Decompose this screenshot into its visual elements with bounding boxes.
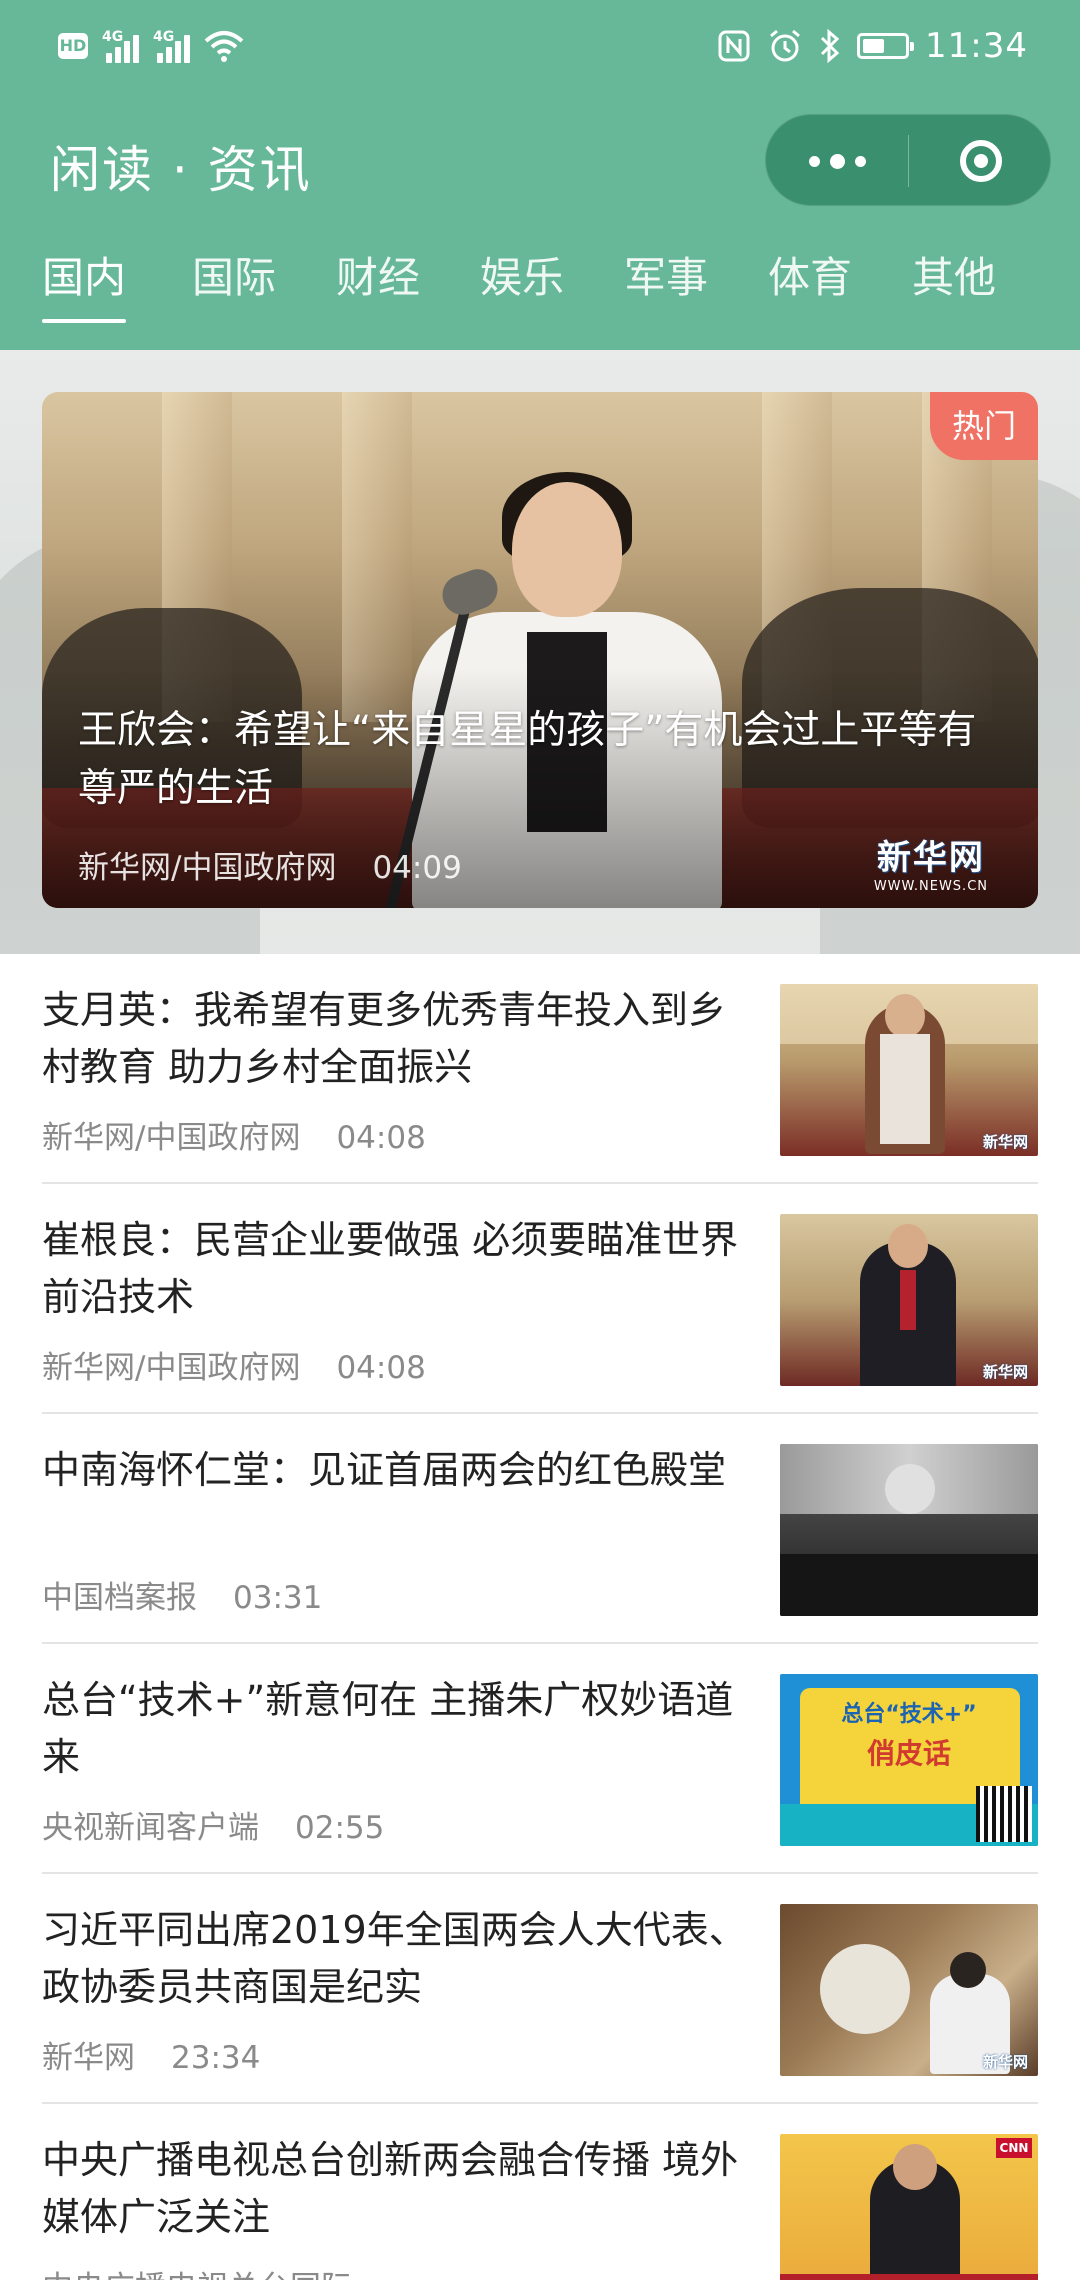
- close-button[interactable]: [909, 115, 1052, 207]
- alarm-icon: [770, 29, 800, 62]
- news-time: 04:08: [336, 1120, 426, 1156]
- hero-section: 热门 王欣会：希望让“来自星星的孩子”有机会过上平等有尊严的生活 新华网/中国政…: [0, 350, 1080, 954]
- hero-meta: 新华网/中国政府网 04:09: [78, 842, 462, 887]
- category-tabs: 国内 国际 财经 娱乐 军事 体育 其他: [0, 245, 1080, 325]
- status-bar: HD 4G 4G 11:34: [0, 0, 1080, 90]
- xinhua-watermark: 新华网 WWW.NEWS.CN: [873, 838, 988, 894]
- status-time: 11:34: [925, 26, 1028, 66]
- signal-icon-2: 4G: [153, 29, 190, 63]
- news-source: 央视新闻客户端: [42, 1810, 259, 1846]
- news-source: 中国档案报: [42, 1580, 197, 1616]
- news-thumbnail: [780, 1444, 1038, 1616]
- news-meta: 新华网/中国政府网 04:08: [42, 1112, 426, 1157]
- news-thumbnail: 新华网: [780, 1904, 1038, 2076]
- tab-domestic[interactable]: 国内: [42, 245, 127, 325]
- hero-title: 王欣会：希望让“来自星星的孩子”有机会过上平等有尊严的生活: [78, 708, 977, 811]
- tab-international[interactable]: 国际: [192, 245, 276, 325]
- title-row: 闲读 · 资讯: [0, 110, 1080, 210]
- news-item[interactable]: 习近平同出席2019年全国两会人大代表、政协委员共商国是纪实 新华网 23:34 …: [42, 1874, 1038, 2104]
- news-time: 03:31: [233, 1580, 323, 1616]
- news-title: 中南海怀仁堂：见证首届两会的红色殿堂: [42, 1448, 727, 1492]
- more-dots-icon: [808, 155, 820, 167]
- news-source: 中央广播电视总台国际: [42, 2270, 352, 2280]
- news-thumbnail: 总台“技术+” 俏皮话: [780, 1674, 1038, 1846]
- news-item[interactable]: 总台“技术+”新意何在 主播朱广权妙语道来 央视新闻客户端 02:55 总台“技术…: [42, 1644, 1038, 1874]
- news-source: 新华网/中国政府网: [42, 1350, 301, 1386]
- tab-military[interactable]: 军事: [624, 245, 708, 325]
- news-meta: 央视新闻客户端 02:55: [42, 1802, 384, 1847]
- app-root: HD 4G 4G 11:34 闲读 · 资讯 国内 国际 财经 娱乐 军事 体育…: [0, 0, 1080, 2280]
- hero-card[interactable]: 热门 王欣会：希望让“来自星星的孩子”有机会过上平等有尊严的生活 新华网/中国政…: [42, 392, 1038, 908]
- hot-badge: 热门: [930, 392, 1038, 460]
- app-title: 闲读 · 资讯: [50, 141, 312, 199]
- hero-time: 04:09: [372, 850, 462, 886]
- hero-source: 新华网/中国政府网: [78, 850, 337, 886]
- news-item[interactable]: 崔根良：民营企业要做强 必须要瞄准世界前沿技术 新华网/中国政府网 04:08 新…: [42, 1184, 1038, 1414]
- tab-entertainment[interactable]: 娱乐: [480, 245, 564, 325]
- news-thumbnail: 新华网: [780, 1214, 1038, 1386]
- news-meta: 新华网/中国政府网 04:08: [42, 1342, 426, 1387]
- news-source: 新华网: [42, 2040, 135, 2076]
- signal-icon-1: 4G: [102, 29, 139, 63]
- news-meta: 新华网 23:34: [42, 2032, 260, 2077]
- news-title: 总台“技术+”新意何在 主播朱广权妙语道来: [42, 1678, 734, 1779]
- nfc-icon: [718, 30, 750, 62]
- news-title: 支月英：我希望有更多优秀青年投入到乡村教育 助力乡村全面振兴: [42, 988, 727, 1089]
- news-meta: 中央广播电视总台国际: [42, 2262, 388, 2280]
- news-thumbnail: 新华网: [780, 984, 1038, 1156]
- status-right: 11:34: [717, 22, 1028, 70]
- tab-finance[interactable]: 财经: [336, 245, 420, 325]
- news-title: 习近平同出席2019年全国两会人大代表、政协委员共商国是纪实: [42, 1908, 747, 2009]
- wifi-icon: [204, 31, 244, 62]
- news-thumbnail: CNN: [780, 2134, 1038, 2280]
- news-time: 23:34: [171, 2040, 261, 2076]
- news-time: 02:55: [295, 1810, 385, 1846]
- news-meta: 中国档案报 03:31: [42, 1572, 322, 1617]
- news-item[interactable]: 支月英：我希望有更多优秀青年投入到乡村教育 助力乡村全面振兴 新华网/中国政府网…: [42, 954, 1038, 1184]
- more-button[interactable]: [766, 115, 908, 207]
- news-item[interactable]: 中南海怀仁堂：见证首届两会的红色殿堂 中国档案报 03:31: [42, 1414, 1038, 1644]
- mini-program-capsule: [765, 114, 1051, 206]
- tab-sports[interactable]: 体育: [768, 245, 852, 325]
- battery-icon: [857, 33, 915, 59]
- hd-icon: HD: [58, 33, 88, 59]
- news-title: 中央广播电视总台创新两会融合传播 境外媒体广泛关注: [42, 2138, 739, 2239]
- news-time: 04:08: [336, 1350, 426, 1386]
- target-close-icon: [959, 140, 1002, 182]
- news-source: 新华网/中国政府网: [42, 1120, 301, 1156]
- header: HD 4G 4G 11:34 闲读 · 资讯 国内 国际 财经 娱乐 军事 体育…: [0, 0, 1080, 350]
- news-item[interactable]: 中央广播电视总台创新两会融合传播 境外媒体广泛关注 中央广播电视总台国际 CNN: [42, 2104, 1038, 2280]
- status-left: HD 4G 4G: [58, 24, 244, 68]
- bluetooth-icon: [820, 28, 840, 64]
- news-title: 崔根良：民营企业要做强 必须要瞄准世界前沿技术: [42, 1218, 739, 1319]
- tab-other[interactable]: 其他: [912, 245, 996, 325]
